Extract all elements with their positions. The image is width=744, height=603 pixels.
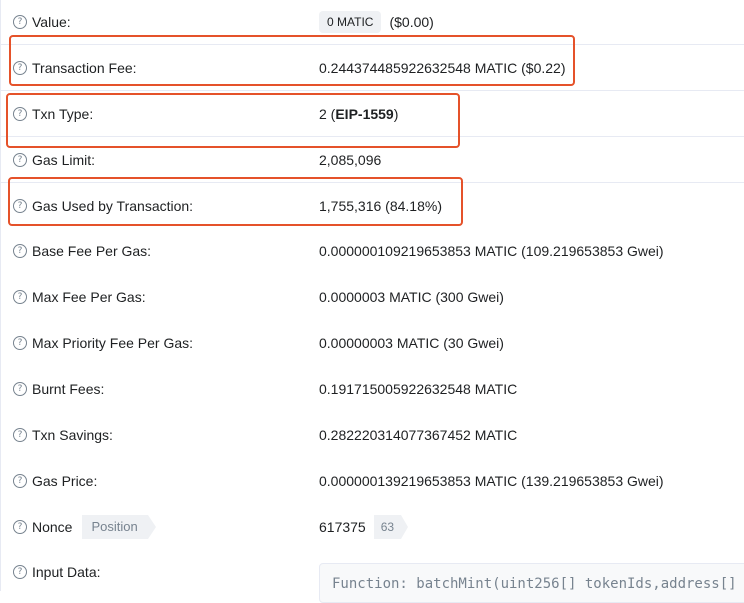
label-container: ? Nonce Position bbox=[13, 504, 157, 549]
value-usd: ($0.00) bbox=[389, 14, 434, 30]
nonce-value: 617375 bbox=[319, 518, 366, 535]
row-base-fee: ? Base Fee Per Gas: 0.000000109219653853… bbox=[0, 228, 744, 274]
question-circle-icon[interactable]: ? bbox=[13, 428, 27, 442]
position-tag: Position bbox=[82, 514, 157, 539]
input-data-code: Function: batchMint(uint256[] tokenIds,a… bbox=[332, 576, 737, 592]
row-gas-price: ? Gas Price: 0.000000139219653853 MATIC … bbox=[0, 458, 744, 504]
label-container: ? Max Priority Fee Per Gas: bbox=[13, 320, 193, 366]
label-container: ? Burnt Fees: bbox=[13, 366, 104, 412]
label-container: ? Txn Savings: bbox=[13, 412, 113, 458]
max-priority-fee-value: 0.00000003 MATIC (30 Gwei) bbox=[319, 335, 504, 351]
matic-amount-badge: 0 MATIC bbox=[319, 11, 382, 33]
label-container: ? Max Fee Per Gas: bbox=[13, 274, 146, 320]
value-label: Value: bbox=[32, 14, 71, 30]
value-container: 0.0000003 MATIC (300 Gwei) bbox=[319, 274, 504, 320]
gas-limit-value: 2,085,096 bbox=[319, 151, 382, 168]
row-txn-savings: ? Txn Savings: 0.282220314077367452 MATI… bbox=[0, 412, 744, 458]
nonce-label: Nonce bbox=[32, 518, 73, 535]
txn-savings-value: 0.282220314077367452 MATIC bbox=[319, 427, 518, 443]
value-container: 0.282220314077367452 MATIC bbox=[319, 412, 517, 458]
burnt-fees-label: Burnt Fees: bbox=[32, 381, 105, 397]
value-container: 617375 63 bbox=[319, 504, 409, 549]
max-priority-fee-label: Max Priority Fee Per Gas: bbox=[32, 335, 194, 351]
question-circle-icon[interactable]: ? bbox=[13, 336, 27, 350]
question-circle-icon[interactable]: ? bbox=[13, 382, 27, 396]
row-burnt-fees: ? Burnt Fees: 0.191715005922632548 MATIC bbox=[0, 366, 744, 412]
highlight-txn-type bbox=[6, 93, 460, 148]
question-circle-icon[interactable]: ? bbox=[13, 244, 27, 258]
txn-savings-label: Txn Savings: bbox=[32, 427, 113, 443]
base-fee-label: Base Fee Per Gas: bbox=[32, 243, 152, 259]
value-container: 0.00000003 MATIC (30 Gwei) bbox=[319, 320, 504, 366]
value-container: 0.191715005922632548 MATIC bbox=[319, 366, 517, 412]
burnt-fees-value: 0.191715005922632548 MATIC bbox=[319, 381, 518, 397]
question-circle-icon[interactable]: ? bbox=[13, 565, 27, 579]
gas-limit-label: Gas Limit: bbox=[32, 151, 96, 168]
question-circle-icon[interactable]: ? bbox=[13, 519, 27, 534]
label-container: ? Input Data: bbox=[13, 557, 101, 587]
label-container: ? Base Fee Per Gas: bbox=[13, 228, 151, 274]
input-data-label: Input Data: bbox=[32, 564, 101, 580]
question-circle-icon[interactable]: ? bbox=[13, 15, 27, 29]
max-fee-value: 0.0000003 MATIC (300 Gwei) bbox=[319, 289, 504, 305]
row-max-fee: ? Max Fee Per Gas: 0.0000003 MATIC (300 … bbox=[0, 274, 744, 320]
max-fee-label: Max Fee Per Gas: bbox=[32, 289, 146, 305]
question-circle-icon[interactable]: ? bbox=[13, 152, 27, 167]
highlight-gas-used bbox=[8, 177, 463, 226]
row-max-priority-fee: ? Max Priority Fee Per Gas: 0.00000003 M… bbox=[0, 320, 744, 366]
base-fee-value: 0.000000109219653853 MATIC (109.21965385… bbox=[319, 243, 664, 259]
question-circle-icon[interactable]: ? bbox=[13, 290, 27, 304]
value-container: 0.000000109219653853 MATIC (109.21965385… bbox=[319, 228, 664, 274]
label-container: ? Gas Price: bbox=[13, 458, 97, 504]
value-container: 0.000000139219653853 MATIC (139.21965385… bbox=[319, 458, 664, 504]
input-data-code-box[interactable]: Function: batchMint(uint256[] tokenIds,a… bbox=[319, 563, 744, 603]
gas-price-label: Gas Price: bbox=[32, 473, 98, 489]
question-circle-icon[interactable]: ? bbox=[13, 474, 27, 488]
position-value-tag: 63 bbox=[373, 514, 409, 539]
highlight-transaction-fee bbox=[9, 35, 575, 86]
gas-price-value: 0.000000139219653853 MATIC (139.21965385… bbox=[319, 473, 664, 489]
row-nonce: ? Nonce Position 617375 63 bbox=[0, 504, 744, 549]
